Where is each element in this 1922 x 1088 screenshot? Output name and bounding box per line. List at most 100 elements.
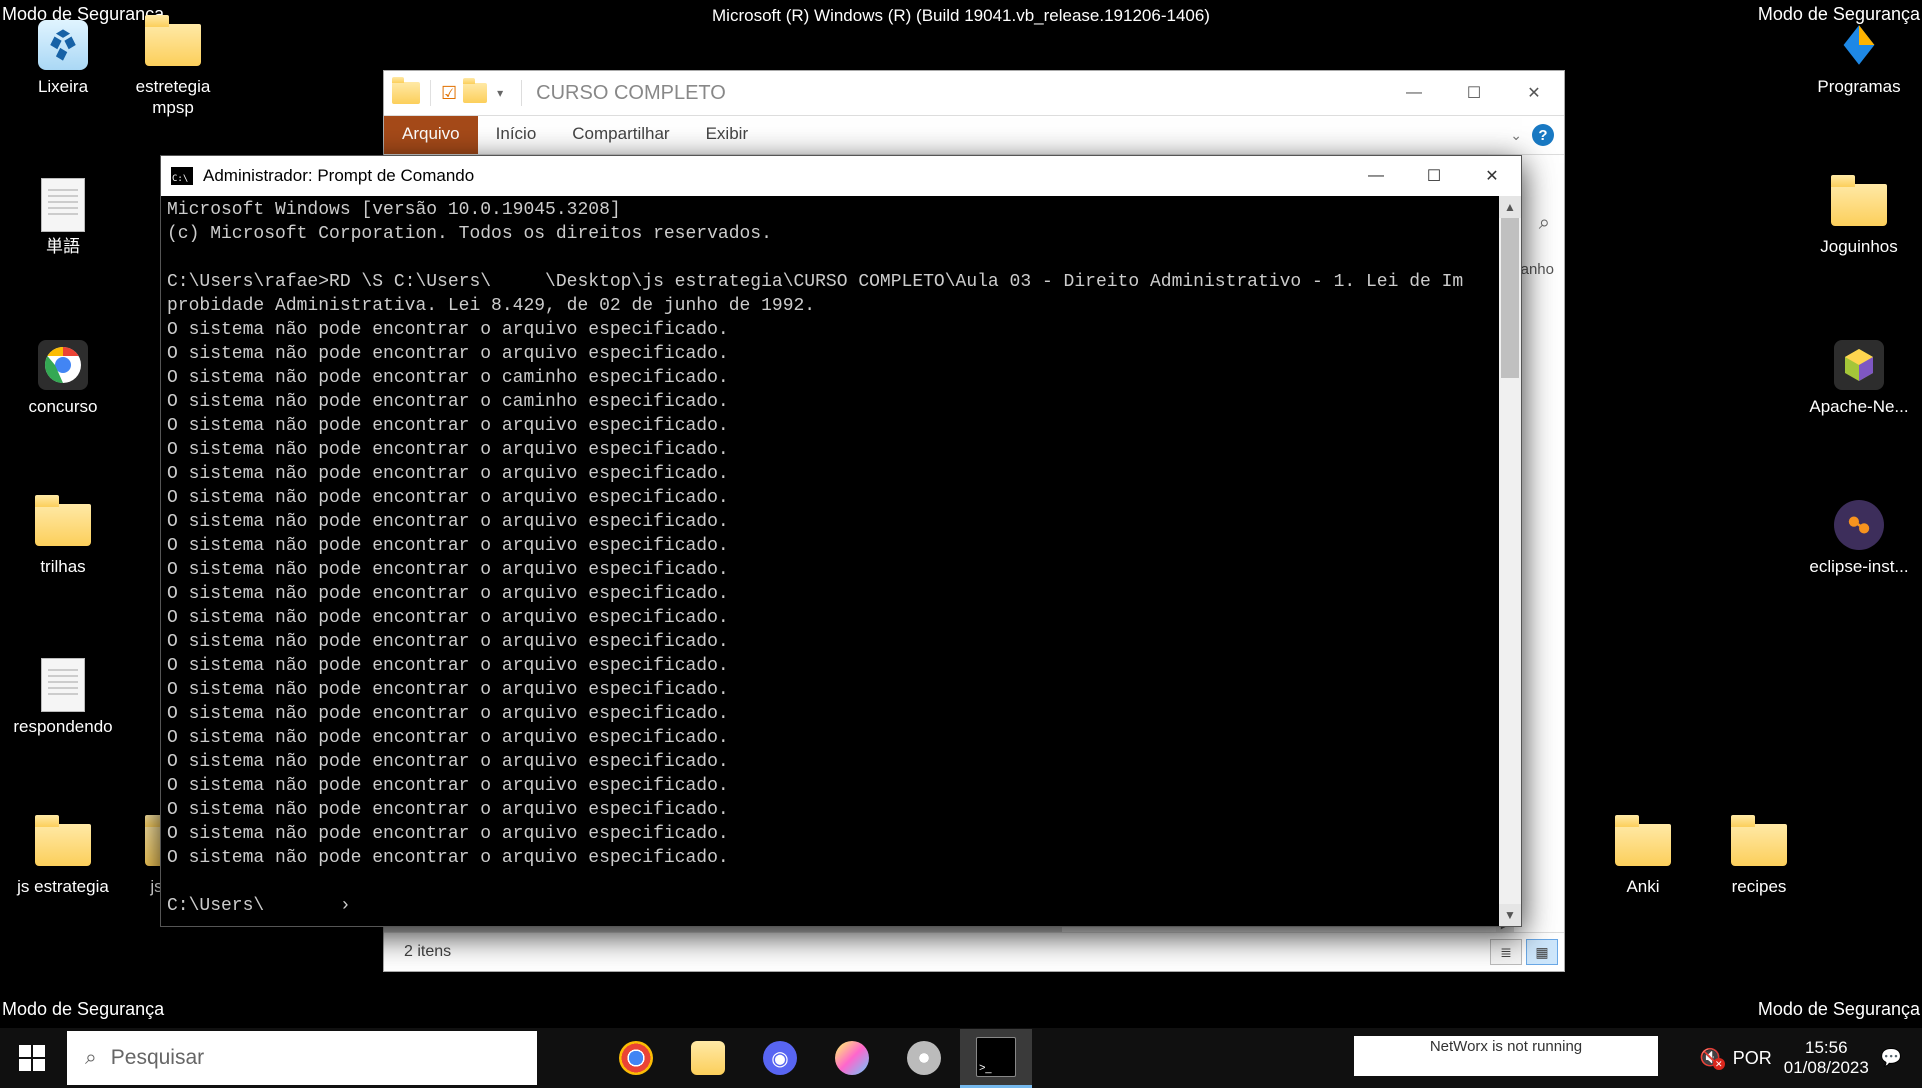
scrollbar-thumb[interactable] [1501, 218, 1519, 378]
start-button[interactable] [0, 1028, 64, 1088]
chrome-shortcut-icon [38, 340, 88, 390]
close-button[interactable]: ✕ [1504, 71, 1564, 115]
view-details-button[interactable]: ≣ [1490, 939, 1522, 965]
folder-icon [1831, 184, 1887, 226]
netbeans-icon [1834, 340, 1884, 390]
desktop-icon-label: eclipse-inst... [1804, 556, 1914, 577]
tab-file[interactable]: Arquivo [384, 116, 478, 154]
search-icon[interactable]: ⌕ [1539, 212, 1550, 235]
desktop-folder-joguinhos[interactable]: Joguinhos [1804, 180, 1914, 257]
chrome-icon [619, 1041, 653, 1075]
recycle-bin-icon [38, 20, 88, 70]
desktop-icon-label: respondendo [8, 716, 118, 737]
desktop-icon-label: estretegia mpsp [118, 76, 228, 119]
document-icon [41, 178, 85, 232]
cmd-window-title: Administrador: Prompt de Comando [203, 166, 474, 186]
maximize-button[interactable]: ☐ [1444, 71, 1504, 115]
desktop-icon-label: trilhas [8, 556, 118, 577]
folder-icon [1731, 824, 1787, 866]
desktop-doc-tango[interactable]: 単語 [8, 180, 118, 257]
tab-view[interactable]: Exibir [688, 116, 767, 154]
desktop-app-eclipse[interactable]: eclipse-inst... [1804, 500, 1914, 577]
taskbar-paint[interactable] [816, 1030, 888, 1086]
minimize-button[interactable]: — [1347, 156, 1405, 196]
windows-build-label: Microsoft (R) Windows (R) (Build 19041.v… [712, 6, 1210, 26]
notifications-icon[interactable]: 💬 [1881, 1048, 1902, 1068]
taskbar-chrome[interactable] [600, 1030, 672, 1086]
desktop-folder-jsestrategia[interactable]: js estrategia [8, 820, 118, 897]
folder-icon [35, 824, 91, 866]
desktop-app-programas[interactable]: Programas [1804, 20, 1914, 97]
desktop-doc-respondendo[interactable]: respondendo [8, 660, 118, 737]
folder-icon [1615, 824, 1671, 866]
taskbar-disc[interactable] [888, 1030, 960, 1086]
scroll-up-arrow-icon[interactable]: ▲ [1499, 196, 1521, 218]
cmd-vertical-scrollbar[interactable]: ▲ ▼ [1499, 196, 1521, 926]
desktop-icon-label: Lixeira [8, 76, 118, 97]
qat-check-icon[interactable]: ☑ [441, 83, 457, 104]
desktop-folder-anki[interactable]: Anki [1588, 820, 1698, 897]
minimize-button[interactable]: — [1384, 71, 1444, 115]
taskbar-explorer[interactable] [672, 1030, 744, 1086]
help-icon[interactable]: ? [1532, 124, 1554, 146]
folder-icon[interactable] [463, 83, 487, 103]
folder-icon [145, 24, 201, 66]
taskbar-discord[interactable]: ◉ [744, 1030, 816, 1086]
discord-icon: ◉ [763, 1041, 797, 1075]
desktop-icon-label: concurso [8, 396, 118, 417]
safemode-bottom-right: Modo de Segurança [1758, 999, 1920, 1020]
networx-notice[interactable]: NetWorx is not running [1354, 1036, 1658, 1076]
search-icon: ⌕ [85, 1046, 97, 1070]
language-indicator[interactable]: POR [1733, 1048, 1772, 1069]
desktop-folder-recipes[interactable]: recipes [1704, 820, 1814, 897]
folder-icon [35, 504, 91, 546]
explorer-window-title: CURSO COMPLETO [536, 82, 726, 105]
windows-logo-icon [19, 1045, 45, 1071]
cmd-icon: C:\ [171, 167, 193, 185]
desktop-icon-label: Anki [1588, 876, 1698, 897]
desktop-folder-estrategia[interactable]: estretegia mpsp [118, 20, 228, 119]
maximize-button[interactable]: ☐ [1405, 156, 1463, 196]
desktop-app-concurso[interactable]: concurso [8, 340, 118, 417]
desktop-icon-label: Apache-Ne... [1804, 396, 1914, 417]
scroll-down-arrow-icon[interactable]: ▼ [1499, 904, 1521, 926]
clock-time: 15:56 [1784, 1038, 1869, 1058]
programas-icon [1834, 20, 1884, 70]
qat-customize-chevron-icon[interactable]: ▾ [493, 86, 507, 100]
document-icon [41, 658, 85, 712]
command-prompt-window[interactable]: C:\ Administrador: Prompt de Comando — ☐… [160, 155, 1522, 927]
folder-icon[interactable] [392, 82, 420, 104]
cmd-icon: >_ [976, 1037, 1016, 1077]
desktop-icon-label: recipes [1704, 876, 1814, 897]
paint-icon [835, 1041, 869, 1075]
explorer-ribbon-tabs: Arquivo Início Compartilhar Exibir ⌄ ? [384, 116, 1564, 155]
view-large-icons-button[interactable]: ▦ [1526, 939, 1558, 965]
tab-share[interactable]: Compartilhar [554, 116, 687, 154]
volume-muted-icon[interactable]: 🔇✕ [1700, 1048, 1721, 1068]
close-button[interactable]: ✕ [1463, 156, 1521, 196]
desktop-recycle-bin[interactable]: Lixeira [8, 20, 118, 97]
status-item-count: 2 itens [404, 943, 451, 961]
disc-icon [907, 1041, 941, 1075]
search-placeholder: Pesquisar [111, 1046, 204, 1070]
explorer-status-bar: 2 itens ≣ ▦ [384, 932, 1564, 971]
desktop-icon-label: Joguinhos [1804, 236, 1914, 257]
explorer-quick-access-toolbar: ☑ ▾ CURSO COMPLETO — ☐ ✕ [384, 71, 1564, 116]
desktop-folder-trilhas[interactable]: trilhas [8, 500, 118, 577]
folder-icon [691, 1041, 725, 1075]
cmd-output[interactable]: Microsoft Windows [versão 10.0.19045.320… [161, 196, 1499, 926]
ribbon-collapse-chevron-icon[interactable]: ⌄ [1510, 127, 1522, 144]
tab-home[interactable]: Início [478, 116, 555, 154]
taskbar-pinned-apps: ◉ >_ [600, 1028, 1032, 1088]
system-tray: 🔇✕ POR 15:56 01/08/2023 💬 [1700, 1028, 1922, 1088]
eclipse-icon [1834, 500, 1884, 550]
desktop-app-apache[interactable]: Apache-Ne... [1804, 340, 1914, 417]
desktop-icon-label: 単語 [8, 236, 118, 257]
safemode-bottom-left: Modo de Segurança [2, 999, 164, 1020]
taskbar-clock[interactable]: 15:56 01/08/2023 [1784, 1038, 1869, 1077]
taskbar-cmd[interactable]: >_ [960, 1029, 1032, 1088]
cmd-titlebar[interactable]: C:\ Administrador: Prompt de Comando — ☐… [161, 156, 1521, 196]
taskbar-search[interactable]: ⌕ Pesquisar [67, 1031, 537, 1085]
desktop-icon-label: Programas [1804, 76, 1914, 97]
taskbar: ⌕ Pesquisar ◉ >_ NetWorx is not running … [0, 1028, 1922, 1088]
